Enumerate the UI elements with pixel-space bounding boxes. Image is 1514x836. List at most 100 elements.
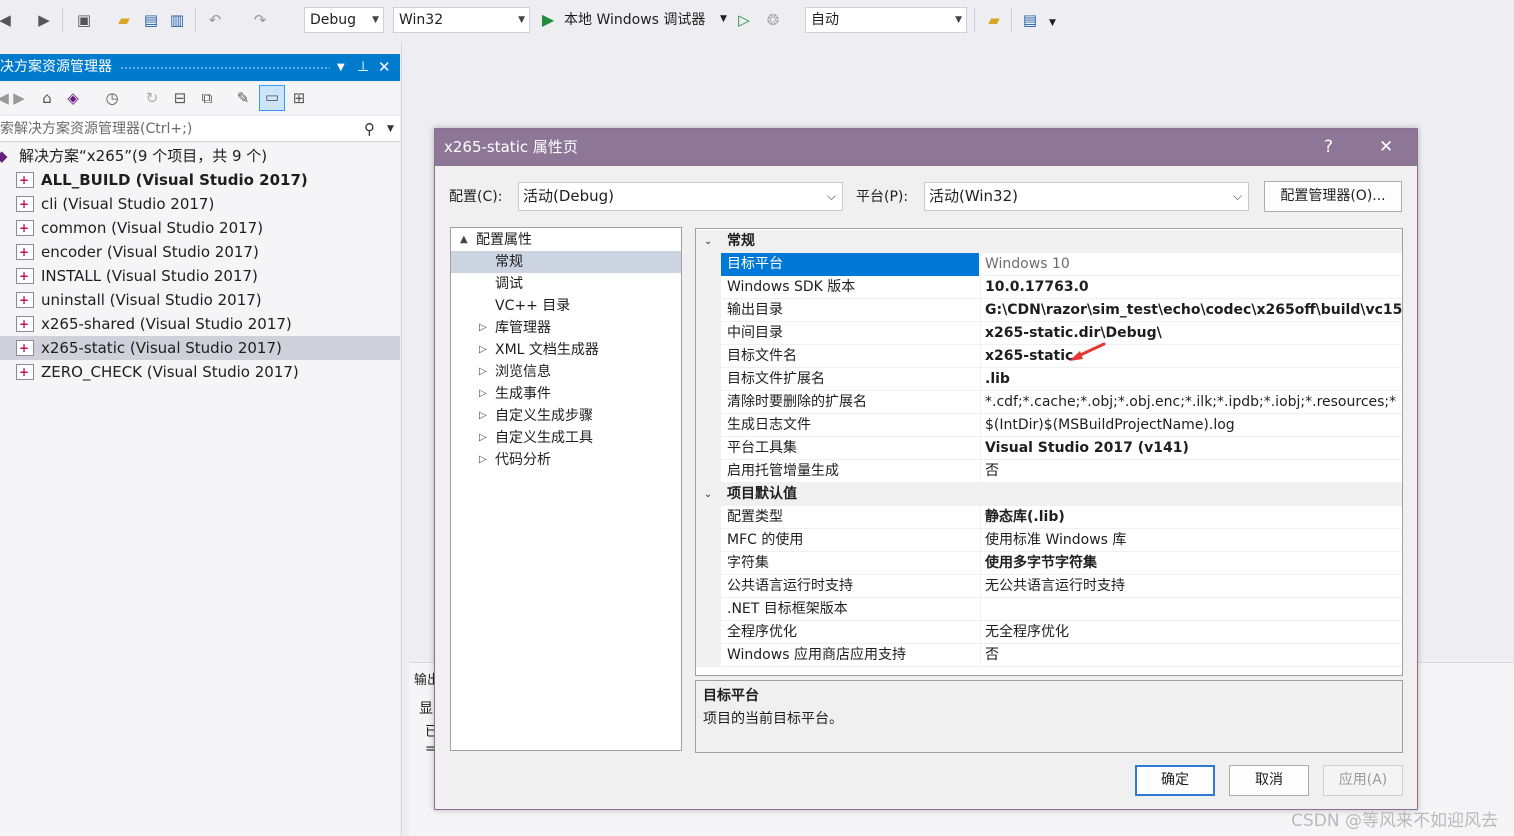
project-node[interactable]: ALL_BUILD (Visual Studio 2017) xyxy=(0,168,400,192)
project-node[interactable]: ZERO_CHECK (Visual Studio 2017) xyxy=(0,360,400,384)
config-tree-item[interactable]: ▷ 自定义生成步骤 xyxy=(451,405,681,427)
property-value[interactable]: Windows 10 xyxy=(980,253,1402,276)
open-folder-icon[interactable]: ▰ xyxy=(113,9,135,31)
project-node[interactable]: encoder (Visual Studio 2017) xyxy=(0,240,400,264)
start-without-debug-icon[interactable]: ▷ xyxy=(733,9,755,31)
property-category[interactable]: ⌄ 项目默认值 xyxy=(696,483,1402,506)
config-tree-item[interactable]: ▷ XML 文档生成器 xyxy=(451,339,681,361)
project-node[interactable]: x265-shared (Visual Studio 2017) xyxy=(0,312,400,336)
collapsed-caret-icon[interactable]: ▷ xyxy=(479,449,487,471)
property-value[interactable]: x265-static xyxy=(980,345,1402,368)
property-row[interactable]: MFC 的使用 使用标准 Windows 库 xyxy=(696,529,1402,552)
property-value[interactable]: $(IntDir)$(MSBuildProjectName).log xyxy=(980,414,1402,437)
search-input[interactable]: 索解决方案资源管理器(Ctrl+;) xyxy=(0,121,192,137)
collapsed-caret-icon[interactable]: ▷ xyxy=(479,361,487,383)
save-icon[interactable]: ▤ xyxy=(140,9,162,31)
property-value[interactable]: 静态库(.lib) xyxy=(980,506,1402,529)
save-all-icon[interactable]: ▥ xyxy=(166,9,188,31)
project-node[interactable]: INSTALL (Visual Studio 2017) xyxy=(0,264,400,288)
forward-icon[interactable]: ▶ xyxy=(33,9,55,31)
solution-explorer-search[interactable]: 索解决方案资源管理器(Ctrl+;) ⚲ ▼ xyxy=(0,116,400,142)
property-row[interactable]: 目标文件名 x265-static xyxy=(696,345,1402,368)
new-item-icon[interactable]: ▣ xyxy=(73,9,95,31)
hot-reload-icon[interactable]: ❂ xyxy=(762,9,784,31)
show-all-files-icon[interactable]: ⧉ xyxy=(196,87,218,109)
dropdown-icon[interactable]: ▼ xyxy=(337,54,345,81)
start-debug-icon[interactable]: ▶ xyxy=(537,9,559,31)
property-row[interactable]: 清除时要删除的扩展名 *.cdf;*.cache;*.obj;*.obj.enc;… xyxy=(696,391,1402,414)
config-tree-item[interactable]: ▷ 浏览信息 xyxy=(451,361,681,383)
project-node[interactable]: x265-static (Visual Studio 2017) xyxy=(0,336,400,360)
property-value[interactable]: 否 xyxy=(980,644,1402,667)
property-value[interactable]: 10.0.17763.0 xyxy=(980,276,1402,299)
solution-node[interactable]: ◆ 解决方案“x265”(9 个项目，共 9 个) xyxy=(0,144,400,168)
collapse-all-icon[interactable]: ⊟ xyxy=(169,87,191,109)
config-tree-item[interactable]: ▷ 库管理器 xyxy=(451,317,681,339)
pending-changes-icon[interactable]: ◷ xyxy=(101,87,123,109)
property-row[interactable]: Windows SDK 版本 10.0.17763.0 xyxy=(696,276,1402,299)
mode-combo[interactable]: 自动 ▼ xyxy=(805,7,967,33)
property-value[interactable]: .lib xyxy=(980,368,1402,391)
config-select[interactable]: 活动(Debug) ⌵ xyxy=(518,182,843,211)
collapsed-caret-icon[interactable]: ▷ xyxy=(479,405,487,427)
collapsed-caret-icon[interactable]: ▷ xyxy=(479,317,487,339)
config-tree-item[interactable]: 常规 xyxy=(451,251,681,273)
close-icon[interactable]: ✕ xyxy=(378,54,391,81)
cancel-button[interactable]: 取消 xyxy=(1229,765,1309,796)
collapsed-caret-icon[interactable]: ▷ xyxy=(479,383,487,405)
platform-combo[interactable]: Win32 ▼ xyxy=(393,7,530,33)
property-row[interactable]: 启用托管增量生成 否 xyxy=(696,460,1402,483)
search-icon[interactable]: ⚲ xyxy=(364,116,375,142)
collapse-chevron-icon[interactable]: ⌄ xyxy=(704,483,712,506)
undo-icon[interactable]: ↶ xyxy=(204,9,226,31)
property-row[interactable]: 字符集 使用多字节字符集 xyxy=(696,552,1402,575)
project-node[interactable]: uninstall (Visual Studio 2017) xyxy=(0,288,400,312)
config-tree-item[interactable]: 调试 xyxy=(451,273,681,295)
project-node[interactable]: common (Visual Studio 2017) xyxy=(0,216,400,240)
window-layout-icon[interactable]: ▤ xyxy=(1019,9,1041,31)
project-node[interactable]: cli (Visual Studio 2017) xyxy=(0,192,400,216)
property-value[interactable]: Visual Studio 2017 (v141) xyxy=(980,437,1402,460)
chevron-down-icon[interactable]: ▼ xyxy=(387,116,394,142)
config-tree-item[interactable]: ▲ 配置属性 xyxy=(451,229,681,251)
close-button[interactable]: ✕ xyxy=(1379,129,1393,166)
redo-icon[interactable]: ↷ xyxy=(249,9,271,31)
property-row[interactable]: 配置类型 静态库(.lib) xyxy=(696,506,1402,529)
property-value[interactable]: 无公共语言运行时支持 xyxy=(980,575,1402,598)
collapsed-caret-icon[interactable]: ▷ xyxy=(479,427,487,449)
config-tree-item[interactable]: ▷ 自定义生成工具 xyxy=(451,427,681,449)
apply-button[interactable]: 应用(A) xyxy=(1323,765,1403,796)
property-row[interactable]: 输出目录 G:\CDN\razor\sim_test\echo\codec\x26… xyxy=(696,299,1402,322)
find-in-files-icon[interactable]: ▰ xyxy=(983,9,1005,31)
chevron-down-icon[interactable]: ▼ xyxy=(720,14,727,24)
property-row[interactable]: .NET 目标框架版本 xyxy=(696,598,1402,621)
config-manager-button[interactable]: 配置管理器(O)... xyxy=(1264,181,1402,212)
property-row[interactable]: 目标文件扩展名 .lib xyxy=(696,368,1402,391)
property-value[interactable]: 无全程序优化 xyxy=(980,621,1402,644)
class-view-icon[interactable]: ⊞ xyxy=(288,87,310,109)
pin-icon[interactable]: ⊥ xyxy=(357,54,369,81)
forward-icon[interactable]: ▶ xyxy=(8,87,30,109)
platform-select[interactable]: 活动(Win32) ⌵ xyxy=(924,182,1249,211)
preview-selected-icon[interactable]: ▭ xyxy=(259,85,285,111)
config-tree-item[interactable]: ▷ 生成事件 xyxy=(451,383,681,405)
home-icon[interactable]: ⌂ xyxy=(36,87,58,109)
toolbar-overflow-icon[interactable]: ▼ xyxy=(1049,18,1056,28)
property-row[interactable]: Windows 应用商店应用支持 否 xyxy=(696,644,1402,667)
property-row[interactable]: 平台工具集 Visual Studio 2017 (v141) xyxy=(696,437,1402,460)
property-row[interactable]: 目标平台 Windows 10 xyxy=(696,253,1402,276)
collapsed-caret-icon[interactable]: ▷ xyxy=(479,339,487,361)
config-tree-item[interactable]: VC++ 目录 xyxy=(451,295,681,317)
sync-icon[interactable]: ↻ xyxy=(141,87,163,109)
property-row[interactable]: 全程序优化 无全程序优化 xyxy=(696,621,1402,644)
property-category[interactable]: ⌄ 常规 xyxy=(696,230,1402,253)
config-tree-item[interactable]: ▷ 代码分析 xyxy=(451,449,681,471)
property-row[interactable]: 生成日志文件 $(IntDir)$(MSBuildProjectName).log xyxy=(696,414,1402,437)
property-value[interactable] xyxy=(980,598,1402,621)
property-value[interactable]: 否 xyxy=(980,460,1402,483)
config-combo[interactable]: Debug ▼ xyxy=(304,7,384,33)
property-value[interactable]: 使用标准 Windows 库 xyxy=(980,529,1402,552)
ok-button[interactable]: 确定 xyxy=(1135,765,1215,796)
property-row[interactable]: 公共语言运行时支持 无公共语言运行时支持 xyxy=(696,575,1402,598)
debugger-button[interactable]: 本地 Windows 调试器 xyxy=(564,10,705,30)
